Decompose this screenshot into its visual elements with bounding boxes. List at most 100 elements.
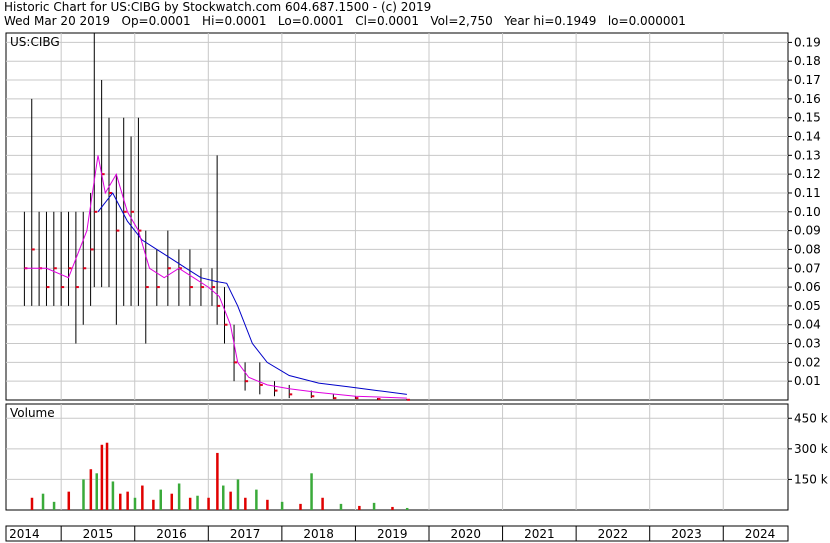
volume-tick-label: 450 k (794, 411, 828, 425)
volume-bar (141, 485, 144, 510)
price-tick-label: 0.05 (794, 299, 821, 313)
price-tick-label: 0.12 (794, 167, 821, 181)
price-tick-label: 0.11 (794, 186, 821, 200)
close-marker (94, 210, 98, 213)
volume-bar (236, 479, 240, 510)
x-tick-label: 2019 (377, 527, 408, 541)
close-marker (234, 361, 238, 364)
volume-panel: 450 k 300 k 150 k (5, 403, 828, 511)
close-marker (61, 286, 65, 289)
close-marker (145, 286, 149, 289)
close-marker (189, 286, 193, 289)
volume-bar (111, 481, 115, 510)
price-tick-label: 0.13 (794, 148, 821, 162)
price-tick-label: 0.10 (794, 205, 821, 219)
stock-chart: 0.19 0.18 0.17 0.16 0.15 0.14 0.13 0.12 0.11 0.10… (5, 32, 828, 542)
close-marker (75, 286, 79, 289)
price-tick-label: 0.16 (794, 92, 821, 106)
x-tick-label: 2014 (9, 527, 40, 541)
close-marker (406, 398, 410, 401)
price-tick-label: 0.07 (794, 261, 821, 275)
volume-bar (310, 473, 313, 510)
volume-bar (266, 499, 269, 510)
volume-bar (391, 506, 394, 510)
volume-bar (280, 501, 284, 510)
volume-bar (119, 493, 122, 510)
x-axis: 2014 2015 2016 2017 2018 2019 2020 2021 2022 2023… (5, 525, 789, 542)
price-tick-label: 0.19 (794, 35, 821, 49)
ma-long-line (97, 192, 407, 395)
close-marker (289, 393, 293, 396)
volume-bar (216, 452, 219, 510)
close-marker (217, 304, 221, 307)
volume-tick-label: 150 k (794, 472, 828, 486)
close-marker (333, 397, 337, 400)
close-marker (156, 286, 160, 289)
volume-bar (133, 497, 137, 510)
close-marker (200, 286, 204, 289)
volume-bar (100, 444, 104, 510)
price-tick-label: 0.01 (794, 374, 821, 388)
close-marker (83, 267, 87, 270)
volume-frame (5, 403, 789, 511)
close-marker (245, 380, 249, 383)
close-marker (53, 267, 57, 270)
x-tick-label: 2020 (451, 527, 482, 541)
close-marker (377, 398, 381, 401)
volume-bar (299, 503, 302, 510)
volume-bar (41, 493, 45, 510)
close-marker (211, 286, 215, 289)
close-marker (274, 389, 278, 392)
volume-bar (52, 501, 56, 510)
close-marker (116, 229, 120, 232)
volume-bar (30, 497, 34, 510)
volume-bar (372, 502, 376, 510)
volume-bar (405, 507, 409, 510)
volume-bar (196, 495, 199, 510)
volume-bar (244, 497, 247, 510)
price-tick-label: 0.18 (794, 54, 821, 68)
close-marker (259, 383, 263, 386)
volume-bar (105, 442, 109, 510)
price-tick-label: 0.09 (794, 224, 821, 238)
volume-bar (89, 469, 93, 510)
volume-bar (321, 497, 324, 510)
price-tick-label: 0.04 (794, 318, 821, 332)
price-tick-label: 0.17 (794, 73, 821, 87)
ticker-label: US:CIBG (10, 35, 60, 49)
volume-bar (152, 499, 155, 510)
close-marker (224, 323, 228, 326)
ma-short-line (24, 155, 407, 399)
price-tick-label: 0.06 (794, 280, 821, 294)
volume-bar (255, 489, 258, 510)
close-marker (167, 267, 171, 270)
close-marker (123, 210, 127, 213)
volume-bar (222, 485, 225, 510)
volume-tick-label: 300 k (794, 442, 828, 456)
price-tick-label: 0.03 (794, 337, 821, 351)
close-marker (90, 248, 94, 251)
x-tick-label: 2015 (83, 527, 114, 541)
x-tick-label: 2022 (598, 527, 629, 541)
volume-bar (207, 497, 210, 510)
volume-bar (170, 493, 174, 510)
volume-bar (159, 489, 162, 510)
price-tick-label: 0.02 (794, 355, 821, 369)
volume-bar (95, 473, 98, 510)
close-marker (68, 267, 72, 270)
x-tick-label: 2021 (524, 527, 555, 541)
x-tick-label: 2017 (230, 527, 261, 541)
x-tick-label: 2024 (745, 527, 776, 541)
volume-bar (339, 503, 343, 510)
price-tick-label: 0.08 (794, 242, 821, 256)
volume-label: Volume (10, 406, 55, 420)
volume-bar (188, 497, 192, 510)
x-tick-label: 2018 (303, 527, 334, 541)
x-tick-label: 2023 (671, 527, 702, 541)
price-tick-label: 0.15 (794, 111, 821, 125)
volume-bar (358, 505, 361, 510)
price-panel: 0.19 0.18 0.17 0.16 0.15 0.14 0.13 0.12 0.11 0.10… (5, 32, 821, 401)
volume-bar (126, 491, 129, 510)
close-marker (31, 248, 35, 251)
volume-bar (82, 479, 85, 510)
